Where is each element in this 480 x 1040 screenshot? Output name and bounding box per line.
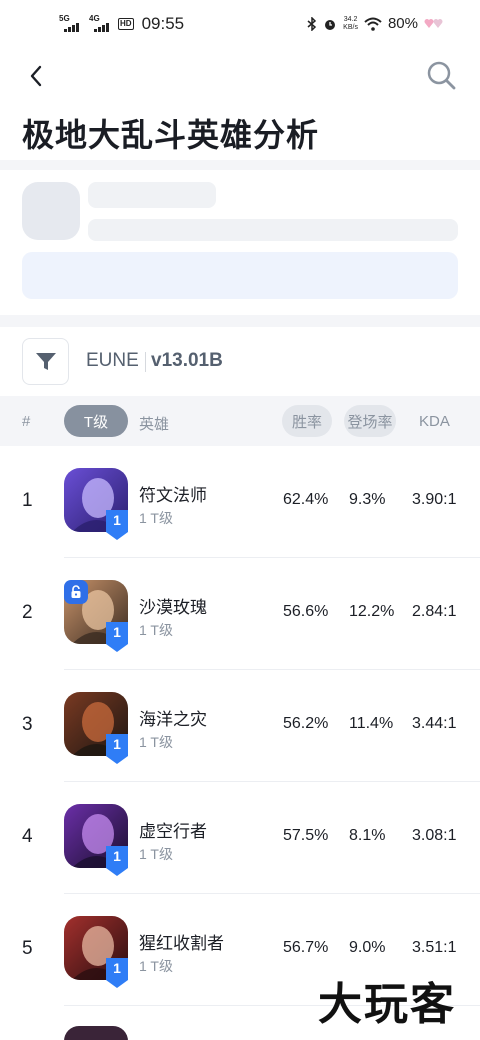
hero-name: 符文法师 <box>139 486 207 505</box>
hero-tier: 1 T级 <box>139 958 173 974</box>
page-title: 极地大乱斗英雄分析 <box>22 117 320 153</box>
avatar-peek <box>64 1026 128 1040</box>
tier-badge: 1 <box>106 510 128 540</box>
sort-kda-tab[interactable]: KDA <box>419 413 450 430</box>
filter-icon <box>35 352 56 370</box>
hero-row[interactable]: 3 1 海洋之灾 1 T级 56.2% 11.4% 3.44:1 <box>0 670 480 782</box>
divider <box>145 352 146 372</box>
wifi-icon <box>364 17 382 31</box>
hero-name: 虚空行者 <box>139 822 207 841</box>
pickrate-value: 9.0% <box>349 939 386 956</box>
back-button[interactable] <box>22 60 50 92</box>
hero-row[interactable]: 4 1 虚空行者 1 T级 57.5% 8.1% 3.08:1 <box>0 782 480 894</box>
section-divider <box>0 315 480 327</box>
signal-4g-icon: 4G <box>88 14 112 34</box>
kda-value: 2.84:1 <box>412 603 457 620</box>
pickrate-value: 9.3% <box>349 491 386 508</box>
chevron-left-icon <box>30 65 42 87</box>
header-hero: 英雄 <box>139 416 170 433</box>
clock: 09:55 <box>141 14 185 33</box>
rank-number: 5 <box>22 938 33 959</box>
winrate-value: 56.7% <box>283 939 329 956</box>
status-bar: 5G 4G HD 09:55 34.2 KB/s 80% <box>0 0 480 52</box>
rank-number: 3 <box>22 714 33 735</box>
hero-name: 沙漠玫瑰 <box>139 598 207 617</box>
alarm-icon <box>325 19 336 30</box>
kda-value: 3.44:1 <box>412 715 457 732</box>
hero-tier: 1 T级 <box>139 510 173 526</box>
winrate-value: 56.6% <box>283 603 329 620</box>
rank-number: 1 <box>22 490 33 511</box>
search-button[interactable] <box>426 60 458 92</box>
header-rank: # <box>22 413 31 430</box>
hero-row[interactable]: 1 1 符文法师 1 T级 62.4% 9.3% 3.90:1 <box>0 446 480 558</box>
filter-button[interactable] <box>22 338 69 385</box>
pickrate-value: 8.1% <box>349 827 386 844</box>
watermark: 大玩客 <box>318 980 456 1029</box>
hero-tier: 1 T级 <box>139 622 173 638</box>
tier-badge: 1 <box>106 734 128 764</box>
skeleton-banner <box>22 252 458 299</box>
skeleton-line <box>88 219 458 241</box>
hero-row[interactable]: 2 1 沙漠玫瑰 1 T级 56.6% 12.2% 2.84:1 <box>0 558 480 670</box>
hd-voice-icon: HD <box>118 18 134 30</box>
tier-badge: 1 <box>106 622 128 652</box>
sort-pickrate-tab[interactable]: 登场率 <box>344 405 396 437</box>
version-selector[interactable]: v13.01B <box>151 350 223 372</box>
network-speed: 34.2 KB/s <box>343 15 358 31</box>
battery-level: 80% <box>387 15 418 32</box>
hero-tier: 1 T级 <box>139 846 173 862</box>
pickrate-value: 12.2% <box>349 603 395 620</box>
search-icon <box>427 61 456 90</box>
table-header: # T级 英雄 胜率 登场率 KDA <box>0 396 480 446</box>
region-selector[interactable]: EUNE <box>86 350 139 372</box>
kda-value: 3.90:1 <box>412 491 457 508</box>
winrate-value: 56.2% <box>283 715 329 732</box>
sort-tier-tab[interactable]: T级 <box>64 405 128 437</box>
hero-tier: 1 T级 <box>139 734 173 750</box>
kda-value: 3.08:1 <box>412 827 457 844</box>
hero-name: 海洋之灾 <box>139 710 207 729</box>
hero-name: 猩红收割者 <box>139 934 224 953</box>
unlock-icon <box>64 580 88 604</box>
signal-5g-icon: 5G <box>58 14 82 34</box>
sort-winrate-tab[interactable]: 胜率 <box>282 405 332 437</box>
kda-value: 3.51:1 <box>412 939 457 956</box>
rank-number: 2 <box>22 602 33 623</box>
heart-icon <box>424 18 443 28</box>
bluetooth-icon <box>307 16 317 31</box>
tier-badge: 1 <box>106 958 128 988</box>
tier-badge: 1 <box>106 846 128 876</box>
skeleton-line <box>88 182 216 208</box>
rank-number: 4 <box>22 826 33 847</box>
pickrate-value: 11.4% <box>349 715 394 732</box>
section-divider <box>0 160 480 170</box>
skeleton-avatar <box>22 182 80 240</box>
winrate-value: 62.4% <box>283 491 329 508</box>
winrate-value: 57.5% <box>283 827 329 844</box>
